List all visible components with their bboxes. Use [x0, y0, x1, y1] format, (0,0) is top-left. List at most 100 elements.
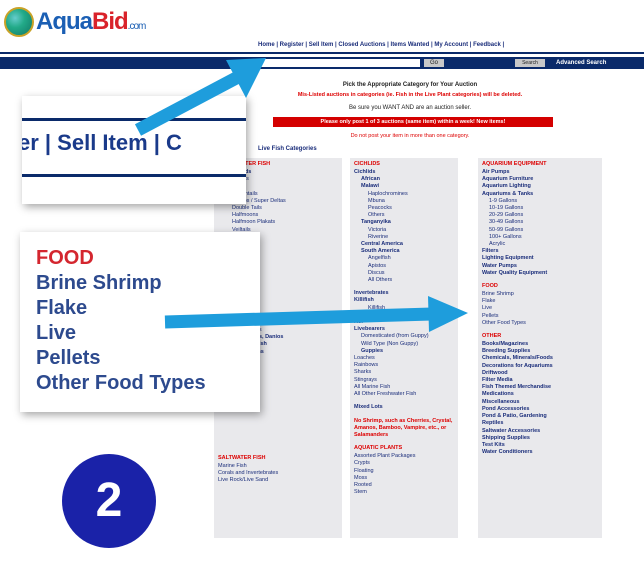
category-link[interactable]: Filters — [482, 248, 598, 255]
search-scope-select[interactable]: Search — [515, 59, 545, 67]
category-link[interactable]: Driftwood — [482, 370, 598, 377]
category-link[interactable]: 100+ Gallons — [482, 234, 598, 241]
category-link[interactable]: 1-9 Gallons — [482, 198, 598, 205]
category-link[interactable]: Loaches — [354, 355, 454, 362]
category-link[interactable]: Test Kits — [482, 442, 598, 449]
category-link[interactable]: 30-49 Gallons — [482, 219, 598, 226]
category-link[interactable]: Other Food Types — [482, 320, 598, 327]
category-link[interactable]: Angelfish — [354, 255, 454, 262]
category-link[interactable]: Tanganyika — [354, 219, 454, 226]
category-link[interactable]: Acrylic — [482, 241, 598, 248]
category-link[interactable]: Halfmoons — [218, 212, 338, 219]
category-link[interactable]: Moss — [354, 475, 454, 482]
category-link[interactable]: Pond & Patio, Gardening — [482, 413, 598, 420]
category-link[interactable]: 20-29 Gallons — [482, 212, 598, 219]
category-link[interactable]: African — [354, 176, 454, 183]
search-go-button[interactable]: Go — [424, 59, 444, 67]
category-link[interactable]: Haplochromines — [354, 191, 454, 198]
category-link[interactable]: Pond Accessories — [482, 406, 598, 413]
category-link[interactable]: All Other Freshwater Fish — [354, 391, 454, 398]
category-link[interactable]: Apistos — [354, 263, 454, 270]
category-link[interactable]: Peacocks — [354, 205, 454, 212]
category-link[interactable]: Rainbows — [354, 362, 454, 369]
category-link[interactable]: Marine Fish — [218, 463, 338, 470]
category-link[interactable]: Water Quality Equipment — [482, 270, 598, 277]
category-link[interactable]: Discus — [354, 270, 454, 277]
category-link[interactable]: Live Rock/Live Sand — [218, 477, 338, 484]
category-link[interactable]: Killifish — [354, 297, 454, 304]
category-link[interactable]: Decorations for Aquariums — [482, 363, 598, 370]
category-link[interactable]: Brine Shrimp — [482, 291, 598, 298]
category-link[interactable]: Saltwater Accessories — [482, 428, 598, 435]
category-link[interactable]: Miscellaneous — [482, 399, 598, 406]
category-link[interactable]: Crypts — [354, 460, 454, 467]
category-link[interactable]: Live — [482, 305, 598, 312]
one-category-warning: Do not post your item in more than one c… — [350, 133, 470, 139]
category-link[interactable]: Others — [354, 212, 454, 219]
zoom-food-item: Pellets — [36, 347, 101, 369]
category-link[interactable]: Corals and Invertebrates — [218, 470, 338, 477]
category-link[interactable]: 50-99 Gallons — [482, 227, 598, 234]
advanced-search-link[interactable]: Advanced Search — [556, 59, 606, 67]
category-link[interactable]: Double Tails — [218, 205, 338, 212]
category-link[interactable]: Flake — [482, 298, 598, 305]
zoom-callout-food: FOOD Brine Shrimp Flake Live Pellets Other F… — [20, 232, 260, 412]
category-link[interactable]: Guppies — [354, 348, 454, 355]
category-link[interactable]: Invertebrates — [354, 290, 454, 297]
column-heading: SALTWATER FISH — [218, 455, 266, 462]
category-link[interactable]: Mixed Lots — [354, 404, 454, 411]
category-link[interactable]: Books/Magazines — [482, 341, 598, 348]
zoom-food-item: Live — [36, 322, 77, 344]
category-link[interactable]: Stingrays — [354, 377, 454, 384]
category-link[interactable]: Central America — [354, 241, 454, 248]
top-nav-divider — [0, 52, 644, 54]
category-link[interactable]: Water Pumps — [482, 263, 598, 270]
category-column-right: AQUARIUM EQUIPMENT Air Pumps Aquarium Fur… — [478, 158, 602, 538]
zoom-food-item: Brine Shrimp — [36, 272, 162, 294]
category-link[interactable]: Fish Themed Merchandise — [482, 384, 598, 391]
category-link[interactable]: Killie Eggs — [354, 312, 454, 319]
category-link[interactable]: 10-19 Gallons — [482, 205, 598, 212]
top-nav-links-text[interactable]: Home | Register | Sell Item | Closed Auc… — [258, 42, 504, 48]
category-link[interactable]: Killifish — [354, 305, 454, 312]
category-link[interactable]: Reptiles — [482, 420, 598, 427]
category-link[interactable]: All Marine Fish — [354, 384, 454, 391]
category-link[interactable]: Assorted Plant Packages — [354, 453, 454, 460]
wanted-note: Be sure you WANT AND are an auction sell… — [348, 105, 472, 111]
search-input[interactable] — [250, 59, 420, 67]
category-link[interactable]: Aquarium Furniture — [482, 176, 598, 183]
zoom-food-item: Flake — [36, 297, 88, 319]
category-link[interactable]: Wild Type (Non Guppy) — [354, 341, 454, 348]
category-link[interactable]: Rooted — [354, 482, 454, 489]
category-link[interactable]: Stem — [354, 489, 454, 496]
category-link[interactable]: Aquarium Lighting — [482, 183, 598, 190]
category-link[interactable]: Mbuna — [354, 198, 454, 205]
category-link[interactable]: Aquariums & Tanks — [482, 191, 598, 198]
category-link[interactable]: Victoria — [354, 227, 454, 234]
category-link[interactable]: Lighting Equipment — [482, 255, 598, 262]
category-link[interactable]: Filter Media — [482, 377, 598, 384]
category-link[interactable]: Pellets — [482, 313, 598, 320]
category-link[interactable]: Sharks — [354, 369, 454, 376]
top-nav-links[interactable]: Home | Register | Sell Item | Closed Auc… — [258, 42, 504, 48]
category-link[interactable]: Cichlids — [354, 169, 454, 176]
category-link[interactable]: Domesticated (from Guppy) — [354, 333, 454, 340]
category-link[interactable]: Livebearers — [354, 326, 454, 333]
zoom-nav-line-bottom — [22, 174, 246, 177]
category-link[interactable]: Chemicals, Minerals/Foods — [482, 355, 598, 362]
category-link[interactable]: Shipping Supplies — [482, 435, 598, 442]
category-link[interactable]: All Others — [354, 277, 454, 284]
category-link[interactable]: Halfmoon Plakats — [218, 219, 338, 226]
category-link[interactable]: Breeding Supplies — [482, 348, 598, 355]
aquabid-logo[interactable]: AquaBid.com — [4, 4, 146, 40]
category-link[interactable]: South America — [354, 248, 454, 255]
category-link[interactable]: Riverine — [354, 234, 454, 241]
category-link[interactable]: Air Pumps — [482, 169, 598, 176]
category-link[interactable]: Medications — [482, 391, 598, 398]
category-link[interactable]: Floating — [354, 468, 454, 475]
step-number-badge: 2 — [62, 454, 156, 548]
category-link[interactable]: Malawi — [354, 183, 454, 190]
category-link[interactable]: Koi — [354, 319, 454, 326]
page-title: Pick the Appropriate Category for Your A… — [342, 82, 478, 88]
category-link[interactable]: Water Conditioners — [482, 449, 598, 456]
